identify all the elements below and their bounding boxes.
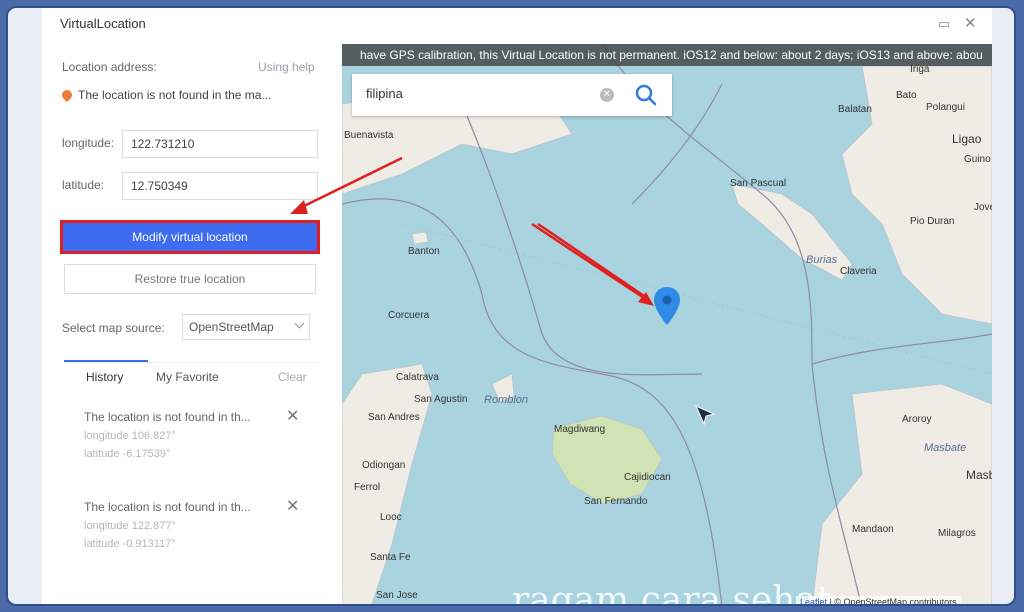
location-pin-icon — [62, 88, 75, 103]
app-window: VirtualLocation ▭ ✕ Location address: Us… — [42, 8, 992, 606]
map-place-label: Ferrol — [354, 482, 381, 493]
map-place-label: Odiongan — [362, 460, 406, 471]
latitude-input[interactable]: 12.750349 — [122, 172, 318, 200]
chevron-down-icon — [294, 318, 305, 329]
watermark-text: ragam cara sehat — [512, 580, 832, 606]
map-source-select[interactable]: OpenStreetMap — [182, 314, 310, 340]
location-address-value: The location is not found in the ma... — [62, 88, 322, 106]
map-place-label: Iriga — [910, 64, 930, 75]
map-place-label: Balatan — [838, 104, 872, 115]
search-input[interactable]: filipina — [366, 86, 403, 101]
location-search-box[interactable]: filipina ✕ — [352, 74, 672, 116]
map-place-label: San Agustin — [414, 394, 468, 405]
tab-active-indicator — [64, 360, 148, 362]
history-item-title: The location is not found in th... — [84, 410, 251, 424]
history-item-latitude: latitude -6.17539° — [84, 448, 171, 460]
map-place-label: Burias — [806, 254, 838, 266]
latitude-label: latitude: — [62, 178, 105, 192]
map-place-label: San Fernando — [584, 496, 648, 507]
search-icon[interactable] — [634, 83, 658, 107]
history-item-longitude: longitude 122.877° — [84, 520, 176, 532]
map-place-label: Pio Duran — [910, 216, 955, 227]
cursor-icon — [695, 405, 716, 426]
map-place-label: Santa Fe — [370, 552, 411, 563]
location-address-label: Location address: — [62, 60, 157, 74]
map-place-label: Buenavista — [344, 130, 394, 141]
location-address-text: The location is not found in the ma... — [78, 88, 272, 102]
map-place-label: San Andres — [368, 412, 420, 423]
remove-history-icon[interactable]: ✕ — [286, 496, 299, 516]
map-place-label: Romblon — [484, 394, 529, 406]
map-source-label: Select map source: — [62, 321, 165, 335]
map-place-label: Guino — [964, 154, 991, 165]
sidebar: Location address: Using help The locatio… — [42, 44, 332, 604]
modify-virtual-location-button[interactable]: Modify virtual location — [60, 220, 320, 254]
leaflet-link[interactable]: Leaflet — [800, 597, 827, 604]
map-place-label: Jove — [974, 202, 992, 213]
clear-history-button[interactable]: Clear — [278, 370, 307, 384]
remove-history-icon[interactable]: ✕ — [286, 406, 299, 426]
map-place-label: San Jose — [376, 590, 418, 601]
using-help-link[interactable]: Using help — [258, 60, 315, 74]
history-item-longitude: longitude 106.827° — [84, 430, 176, 442]
map-place-label: Mandaon — [852, 524, 894, 535]
map-place-label: Banton — [408, 246, 440, 257]
map-place-label: Milagros — [938, 528, 976, 539]
osm-attribution: | © OpenStreetMap contributors — [829, 597, 957, 606]
maximize-icon[interactable]: ▭ — [938, 16, 950, 32]
map-place-label: Polangui — [926, 102, 965, 113]
title-bar: VirtualLocation ▭ ✕ — [42, 8, 992, 44]
tab-history[interactable]: History — [86, 370, 123, 384]
history-item-latitude: latitude -0.913117° — [84, 538, 176, 550]
map-place-label: Masb — [966, 468, 992, 482]
history-item-title: The location is not found in th... — [84, 500, 251, 514]
tabs-divider — [64, 362, 320, 363]
map-place-label: Calatrava — [396, 372, 439, 383]
history-item[interactable]: The location is not found in th... longi… — [84, 500, 314, 550]
map-place-label: Ligao — [952, 132, 982, 146]
clear-search-icon[interactable]: ✕ — [600, 88, 614, 102]
tab-my-favorite[interactable]: My Favorite — [156, 370, 219, 384]
close-icon[interactable]: ✕ — [964, 14, 977, 32]
restore-true-location-button[interactable]: Restore true location — [64, 264, 316, 294]
map-place-label: Cajidiocan — [624, 472, 671, 483]
longitude-input[interactable]: 122.731210 — [122, 130, 318, 158]
virtual-location-marker-icon[interactable] — [652, 286, 682, 326]
map-place-label: Corcuera — [388, 310, 430, 321]
map-place-label: Aroroy — [902, 414, 932, 425]
map-place-label: Masbate — [924, 442, 967, 454]
map-view[interactable]: have GPS calibration, this Virtual Locat… — [342, 44, 992, 606]
map-place-label: Magdiwang — [554, 424, 606, 435]
map-place-label: Looc — [380, 512, 402, 523]
longitude-label: longitude: — [62, 136, 115, 150]
map-place-label: Claveria — [840, 266, 877, 277]
history-item[interactable]: The location is not found in th... longi… — [84, 410, 314, 460]
map-attribution: Leaflet | © OpenStreetMap contributors — [796, 596, 961, 606]
map-source-value: OpenStreetMap — [189, 320, 274, 334]
map-place-label: San Pascual — [730, 178, 787, 189]
screenshot-frame: VirtualLocation ▭ ✕ Location address: Us… — [6, 6, 1016, 606]
map-place-label: Bato — [896, 90, 917, 101]
gps-calibration-banner: have GPS calibration, this Virtual Locat… — [342, 44, 992, 66]
app-title: VirtualLocation — [60, 16, 146, 31]
